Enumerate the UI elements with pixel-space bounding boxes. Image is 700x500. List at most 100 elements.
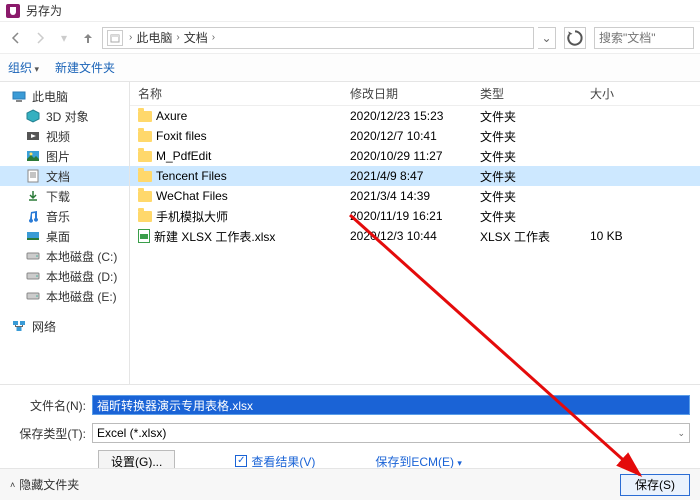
sidebar-item-label: 此电脑 [32,88,68,105]
checkmark-icon: ✓ [235,455,247,467]
crumb-folder[interactable]: 文档 [182,29,210,46]
col-date[interactable]: 修改日期 [350,85,480,102]
file-date: 2020/10/29 11:27 [350,149,480,163]
col-size[interactable]: 大小 [590,85,670,102]
video-icon [26,129,40,143]
sidebar-item-disk[interactable]: 本地磁盘 (C:) [0,246,129,266]
sidebar-item-label: 音乐 [46,208,70,225]
filetype-label: 保存类型(T): [10,425,92,442]
save-to-ecm-menu[interactable]: 保存到ECM(E) ▾ [375,453,462,470]
sidebar-item-label: 下载 [46,188,70,205]
col-type[interactable]: 类型 [480,85,590,102]
up-button[interactable] [78,28,98,48]
search-input[interactable] [594,27,694,49]
view-result-label: 查看结果(V) [251,453,315,470]
file-row[interactable]: M_PdfEdit2020/10/29 11:27文件夹 [130,146,700,166]
sidebar-item-video[interactable]: 视频 [0,126,129,146]
chevron-up-icon: ˄ [10,480,15,490]
sidebar[interactable]: 此电脑 3D 对象视频图片文档下载音乐桌面本地磁盘 (C:) 本地磁盘 (D:) 本地… [0,82,130,384]
view-result-checkbox[interactable]: ✓ 查看结果(V) [235,453,315,470]
file-name: Foxit files [156,129,207,143]
filename-input[interactable] [92,395,690,415]
forward-button[interactable] [30,28,50,48]
file-row[interactable]: 手机模拟大师2020/11/19 16:21文件夹 [130,206,700,226]
folder-icon [138,171,152,182]
sidebar-item-label: 本地磁盘 (D:) [46,268,117,285]
file-name: 新建 XLSX 工作表.xlsx [154,228,275,245]
file-name: Axure [156,109,187,123]
chevron-down-icon: ⌄ [677,428,685,439]
file-date: 2020/11/19 16:21 [350,209,480,223]
file-date: 2021/4/9 8:47 [350,169,480,183]
sidebar-item-label: 图片 [46,148,70,165]
file-name: WeChat Files [156,189,228,203]
network-icon [12,319,26,333]
3d-icon [26,109,40,123]
folder-icon [138,191,152,202]
organize-menu[interactable]: 组织 [8,59,39,76]
back-button[interactable] [6,28,26,48]
folder-icon [138,111,152,122]
save-form: 文件名(N): 保存类型(T): Excel (*.xlsx) ⌄ 设置(G).… [0,384,700,477]
sidebar-item-3d[interactable]: 3D 对象 [0,106,129,126]
folder-icon [138,211,152,222]
sidebar-item-doc[interactable]: 文档 [0,166,129,186]
sidebar-item-music[interactable]: 音乐 [0,206,129,226]
disk-icon [26,289,40,303]
file-row[interactable]: Tencent Files2021/4/9 8:47文件夹 [130,166,700,186]
new-folder-button[interactable]: 新建文件夹 [55,59,115,76]
sidebar-item-disk[interactable]: 本地磁盘 (E:) [0,286,129,306]
pic-icon [26,149,40,163]
sidebar-item-desk[interactable]: 桌面 [0,226,129,246]
file-row[interactable]: 新建 XLSX 工作表.xlsx 2020/12/3 10:44XLSX 工作表1… [130,226,700,246]
filetype-select[interactable]: Excel (*.xlsx) ⌄ [92,423,690,443]
xlsx-icon [138,229,150,243]
dl-icon [26,189,40,203]
file-row[interactable]: Foxit files2020/12/7 10:41文件夹 [130,126,700,146]
filetype-value: Excel (*.xlsx) [97,426,166,440]
file-type: 文件夹 [480,128,590,145]
disk-icon [26,249,40,263]
file-type: XLSX 工作表 [480,228,590,245]
sidebar-item-label: 本地磁盘 (C:) [46,248,117,265]
toolbar: 组织 新建文件夹 [0,54,700,82]
file-list[interactable]: Axure2020/12/23 15:23文件夹Foxit files2020/… [130,106,700,384]
folder-icon [138,131,152,142]
sidebar-item-pic[interactable]: 图片 [0,146,129,166]
chevron-right-icon: › [176,32,179,43]
file-name: 手机模拟大师 [156,208,228,225]
folder-icon [138,151,152,162]
sidebar-item-label: 本地磁盘 (E:) [46,288,117,305]
disk-icon [26,269,40,283]
col-name[interactable]: 名称 [130,85,350,102]
hide-folders-toggle[interactable]: ˄ 隐藏文件夹 [10,476,79,493]
crumb-root[interactable]: 此电脑 [134,29,174,46]
sidebar-item-label: 3D 对象 [46,108,89,125]
sidebar-item-disk[interactable]: 本地磁盘 (D:) [0,266,129,286]
save-button[interactable]: 保存(S) [620,474,690,496]
sidebar-item-label: 网络 [32,318,56,335]
refresh-button[interactable] [564,27,586,49]
file-date: 2020/12/3 10:44 [350,229,480,243]
file-date: 2021/3/4 14:39 [350,189,480,203]
dialog-footer: ˄ 隐藏文件夹 保存(S) [0,468,700,500]
file-row[interactable]: WeChat Files2021/3/4 14:39文件夹 [130,186,700,206]
window-title: 另存为 [26,2,62,19]
path-dropdown[interactable]: ⌄ [538,27,556,49]
column-headers[interactable]: 名称 修改日期 类型 大小 [130,82,700,106]
music-icon [26,209,40,223]
sidebar-item-pc[interactable]: 此电脑 [0,86,129,106]
sidebar-item-network[interactable]: 网络 [0,316,129,336]
file-type: 文件夹 [480,168,590,185]
file-pane: 名称 修改日期 类型 大小 Axure2020/12/23 15:23文件夹Fo… [130,82,700,384]
chevron-down-icon: ▾ [457,458,462,468]
chevron-right-icon: › [129,32,132,43]
file-type: 文件夹 [480,108,590,125]
file-size: 10 KB [590,229,670,243]
file-row[interactable]: Axure2020/12/23 15:23文件夹 [130,106,700,126]
sidebar-item-dl[interactable]: 下载 [0,186,129,206]
app-icon [6,4,20,18]
breadcrumb[interactable]: › 此电脑 › 文档 › [102,27,534,49]
desk-icon [26,229,40,243]
recent-dropdown[interactable]: ▾ [54,28,74,48]
